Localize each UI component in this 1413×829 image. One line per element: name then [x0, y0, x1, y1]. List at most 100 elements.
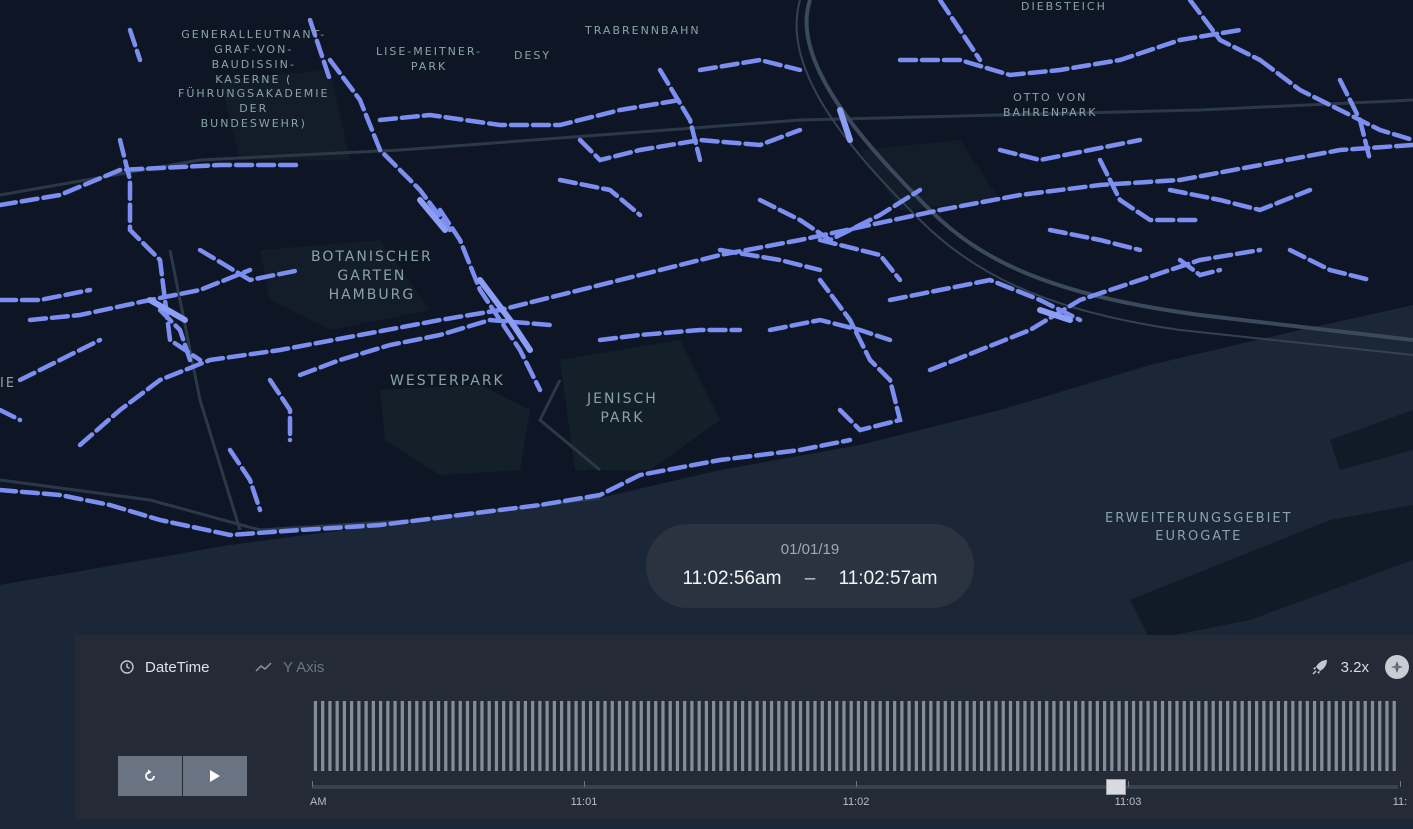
histogram-bar — [1160, 701, 1165, 771]
histogram-bar — [407, 701, 412, 771]
axis-tick-label: 11: — [1392, 796, 1408, 808]
histogram-bar — [1363, 701, 1367, 771]
settings-toggle-button[interactable] — [1385, 655, 1409, 679]
time-window-separator: – — [804, 568, 816, 589]
histogram-bar — [1001, 701, 1005, 771]
histogram-bar — [1385, 701, 1389, 771]
histogram-bar — [1320, 701, 1324, 771]
histogram-bar — [1269, 701, 1273, 771]
histogram-bar — [1037, 701, 1042, 771]
histogram-bar — [871, 701, 875, 771]
histogram-bar — [1378, 701, 1382, 771]
histogram-bar — [1247, 701, 1252, 771]
time-window-range: 11:02:56am – 11:02:57am — [646, 568, 974, 590]
axis-tick-label: AM — [310, 796, 327, 808]
time-playback-panel: DateTime Y Axis 3.2x AM 11:01 11:02 11:0… — [75, 635, 1413, 819]
timeline-track[interactable] — [312, 785, 1398, 789]
histogram-bar — [415, 701, 419, 771]
line-chart-icon — [255, 662, 272, 672]
histogram-bar — [465, 701, 470, 771]
histogram-bar — [1016, 701, 1020, 771]
histogram-bar — [1045, 701, 1049, 771]
histogram-bar — [849, 701, 853, 771]
histogram-bar — [1095, 701, 1099, 771]
histogram-bar — [769, 701, 774, 771]
play-button[interactable] — [183, 756, 247, 796]
histogram-bar — [639, 701, 643, 771]
clock-icon — [120, 660, 134, 674]
histogram-bar — [690, 701, 694, 771]
map-label-edge-left: IE — [0, 376, 17, 391]
speed-value[interactable]: 3.2x — [1341, 659, 1369, 676]
axis-tick — [584, 781, 585, 787]
histogram-bar — [943, 701, 947, 771]
histogram-bar — [342, 701, 347, 771]
speed-control[interactable]: 3.2x — [1311, 655, 1413, 679]
histogram-bar — [1074, 701, 1078, 771]
histogram-bar — [813, 701, 817, 771]
histogram-bar — [1189, 701, 1194, 771]
axis-tick-label: 11:03 — [1114, 796, 1142, 808]
axis-tick — [856, 781, 857, 787]
histogram-bar — [1197, 701, 1201, 771]
histogram-bar — [1066, 701, 1071, 771]
histogram-bar — [632, 701, 636, 771]
histogram-bar — [900, 701, 904, 771]
histogram-bar — [827, 701, 832, 771]
histogram-bar — [531, 701, 535, 771]
histogram-bar — [321, 701, 325, 771]
histogram-bar — [1218, 701, 1223, 771]
histogram-bar — [617, 701, 622, 771]
reset-button[interactable] — [118, 756, 182, 796]
time-histogram[interactable] — [312, 701, 1398, 771]
histogram-bar — [400, 701, 404, 771]
histogram-bar — [777, 701, 781, 771]
map-label-erweiterungsgebiet: ERWEITERUNGSGEBIET EUROGATE — [1105, 511, 1293, 544]
histogram-bar — [1059, 701, 1063, 771]
histogram-bar — [835, 701, 839, 771]
histogram-bar — [965, 701, 969, 771]
map-label-otto-von-bahrenpark: OTTO VON BAHRENPARK — [1003, 91, 1098, 119]
histogram-bar — [661, 701, 665, 771]
histogram-bar — [987, 701, 991, 771]
map-label-desy: DESY — [514, 49, 552, 62]
axis-tick-label: 11:02 — [842, 796, 870, 808]
histogram-bar — [675, 701, 680, 771]
play-icon — [210, 770, 220, 782]
histogram-bar — [1110, 701, 1114, 771]
histogram-bar — [451, 701, 455, 771]
histogram-bar — [762, 701, 766, 771]
axis-tick — [312, 781, 313, 787]
histogram-bar — [523, 701, 528, 771]
histogram-bar — [1298, 701, 1302, 771]
tab-datetime[interactable]: DateTime — [119, 658, 209, 676]
histogram-bar — [559, 701, 564, 771]
histogram-bar — [603, 701, 607, 771]
histogram-bar — [1139, 701, 1143, 771]
histogram-bar — [567, 701, 571, 771]
histogram-bar — [1153, 701, 1157, 771]
histogram-bar — [683, 701, 687, 771]
tab-y-axis[interactable]: Y Axis — [255, 658, 324, 676]
histogram-bar — [1124, 701, 1128, 771]
playhead-handle[interactable] — [1105, 779, 1126, 795]
histogram-bar — [1226, 701, 1230, 771]
time-window-date: 01/01/19 — [780, 541, 840, 558]
histogram-bar — [364, 701, 368, 771]
histogram-bar — [1052, 701, 1056, 771]
histogram-bar — [386, 701, 390, 771]
histogram-bar — [444, 701, 448, 771]
histogram-bar — [328, 701, 332, 771]
histogram-bar — [538, 701, 542, 771]
histogram-bar — [610, 701, 614, 771]
map-label-westerpark: WESTERPARK — [390, 373, 505, 389]
histogram-bar — [1088, 701, 1092, 771]
histogram-bar — [1204, 701, 1208, 771]
rocket-icon — [1312, 660, 1327, 675]
histogram-bar — [1334, 701, 1338, 771]
map-label-diebsteich: DIEBSTEICH — [1021, 0, 1107, 13]
histogram-bar — [994, 701, 998, 771]
histogram-bar — [1102, 701, 1107, 771]
histogram-bar — [509, 701, 513, 771]
histogram-bar — [371, 701, 375, 771]
